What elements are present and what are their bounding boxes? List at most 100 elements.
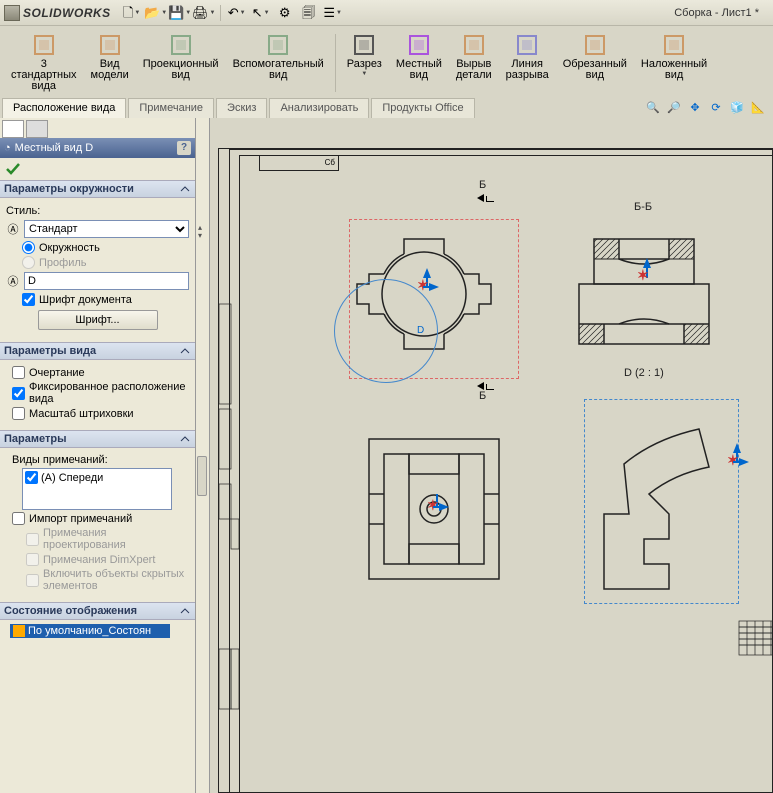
pan-icon[interactable]: ✥ xyxy=(686,98,704,116)
proj-notes-label: Примечания проектирования xyxy=(43,527,189,551)
fixed-pos-check[interactable] xyxy=(12,387,25,400)
import-notes-check[interactable] xyxy=(12,512,25,525)
tab-1[interactable]: Примечание xyxy=(128,98,214,118)
doc-font-check[interactable] xyxy=(22,293,35,306)
panel-splitter[interactable]: ▴▾ xyxy=(196,118,210,793)
ribbon-местный[interactable]: Местныйвид xyxy=(389,30,449,96)
dimxpert-check[interactable] xyxy=(26,553,39,566)
app-name: SOLIDWORKS xyxy=(23,6,111,20)
ribbon-наложенный[interactable]: Наложенныйвид xyxy=(634,30,714,96)
help-button[interactable]: ? xyxy=(177,141,191,155)
font-button[interactable]: Шрифт... xyxy=(38,310,158,330)
section-view-params[interactable]: Параметры вида xyxy=(0,342,195,360)
rebuild-icon: ⚙ xyxy=(279,6,291,19)
options-icon: 🗐 xyxy=(302,6,315,19)
tab-0[interactable]: Расположение вида xyxy=(2,98,126,118)
ribbon-разрез[interactable]: Разрез▼ xyxy=(340,30,389,96)
ribbon-вид[interactable]: Видмодели xyxy=(84,30,136,96)
zoom-fit-icon[interactable]: 🔍 xyxy=(644,98,662,116)
ribbon-icon xyxy=(352,33,376,57)
new-icon: 🗋 xyxy=(123,6,133,19)
style-label: Стиль: xyxy=(6,205,40,217)
list-item[interactable]: (А) Спереди xyxy=(25,471,169,484)
ribbon-icon xyxy=(32,33,56,57)
drawing-sheet: Сб xyxy=(218,148,773,793)
section-line-bottom: Б xyxy=(479,379,494,402)
ribbon-обрезанный[interactable]: Обрезанныйвид xyxy=(556,30,634,96)
ribbon-проекционный[interactable]: Проекционныйвид xyxy=(136,30,226,96)
section-params[interactable]: Параметры xyxy=(0,430,195,448)
ribbon-вспомогательный[interactable]: Вспомогательныйвид xyxy=(226,30,331,96)
outline-check[interactable] xyxy=(12,366,25,379)
list-icon: ☰ xyxy=(323,6,335,19)
rebuild-button[interactable]: ⚙ xyxy=(274,3,296,23)
open-button[interactable]: 📂▼ xyxy=(145,3,167,23)
splitter-handle[interactable] xyxy=(197,456,207,496)
ribbon: 3стандартныхвидаВидмоделиПроекционныйвид… xyxy=(0,26,773,96)
profile-radio[interactable] xyxy=(22,256,35,269)
undo-button[interactable]: ↶▼ xyxy=(226,3,248,23)
logo-cube-icon xyxy=(4,5,20,21)
style-icon: Ⓐ xyxy=(6,221,20,237)
ribbon-icon xyxy=(407,33,431,57)
title-bar: SOLIDWORKS 🗋▼ 📂▼ 💾▼ 🖨▼ ↶▼ ↖▼ ⚙ 🗐 ☰▼ Сбор… xyxy=(0,0,773,26)
list-button[interactable]: ☰▼ xyxy=(322,3,344,23)
hidden-obj-check[interactable] xyxy=(26,574,39,587)
tab-2[interactable]: Эскиз xyxy=(216,98,267,118)
detail-view-box[interactable] xyxy=(584,399,739,604)
display-style-icon[interactable]: 🧊 xyxy=(728,98,746,116)
chevron-up-icon[interactable] xyxy=(179,605,191,617)
note-types-label: Виды примечаний: xyxy=(12,454,189,466)
ribbon-icon xyxy=(266,33,290,57)
ok-button[interactable] xyxy=(4,160,22,178)
ribbon-icon xyxy=(583,33,607,57)
ribbon-вырыв[interactable]: Вырывдетали xyxy=(449,30,499,96)
panel-tab-config[interactable] xyxy=(26,120,48,138)
name-icon: Ⓐ xyxy=(6,273,20,289)
property-manager: ◔ Местный вид D ? Параметры окружности С… xyxy=(0,118,196,793)
quick-access-toolbar: 🗋▼ 📂▼ 💾▼ 🖨▼ ↶▼ ↖▼ ⚙ 🗐 ☰▼ xyxy=(121,3,344,23)
section-display-state[interactable]: Состояние отображения xyxy=(0,602,195,620)
ribbon-3[interactable]: 3стандартныхвида xyxy=(4,30,84,96)
tab-3[interactable]: Анализировать xyxy=(269,98,369,118)
tab-4[interactable]: Продукты Office xyxy=(371,98,474,118)
command-tabs: Расположение видаПримечаниеЭскизАнализир… xyxy=(0,96,773,118)
app-logo: SOLIDWORKS xyxy=(4,5,111,21)
section-circle-params[interactable]: Параметры окружности xyxy=(0,180,195,198)
pm-title: Местный вид D xyxy=(15,142,94,154)
ribbon-линия[interactable]: Линияразрыва xyxy=(499,30,556,96)
outline-label: Очертание xyxy=(29,367,85,379)
rotate-icon[interactable]: ⟳ xyxy=(707,98,725,116)
view-toolbar: 🔍 🔎 ✥ ⟳ 🧊 📐 xyxy=(638,96,773,118)
undo-icon: ↶ xyxy=(228,6,239,19)
note-types-list[interactable]: (А) Спереди xyxy=(22,468,172,510)
save-button[interactable]: 💾▼ xyxy=(169,3,191,23)
ribbon-icon xyxy=(462,33,486,57)
panel-tab-feature[interactable] xyxy=(2,120,24,138)
select-button[interactable]: ↖▼ xyxy=(250,3,272,23)
zoom-area-icon[interactable]: 🔎 xyxy=(665,98,683,116)
chevron-up-icon[interactable] xyxy=(179,183,191,195)
splitter-arrows-icon: ▴▾ xyxy=(198,224,202,240)
hatch-scale-check[interactable] xyxy=(12,407,25,420)
view-settings-icon[interactable]: 📐 xyxy=(749,98,767,116)
open-icon: 📂 xyxy=(144,6,160,19)
chevron-up-icon[interactable] xyxy=(179,433,191,445)
proj-notes-check[interactable] xyxy=(26,533,39,546)
display-state-item[interactable]: По умолчанию_Состоян xyxy=(10,624,170,638)
drawing-canvas[interactable]: Сб xyxy=(210,118,773,793)
style-combo[interactable]: Стандарт xyxy=(24,220,189,238)
pm-body[interactable]: Параметры окружности Стиль: Ⓐ Стандарт О… xyxy=(0,180,195,793)
options-button[interactable]: 🗐 xyxy=(298,3,320,23)
new-button[interactable]: 🗋▼ xyxy=(121,3,143,23)
detail-name-input[interactable] xyxy=(24,272,189,290)
import-notes-label: Импорт примечаний xyxy=(29,513,132,525)
section-line-top: Б xyxy=(479,179,494,202)
section-label: Б-Б xyxy=(634,201,652,213)
chevron-up-icon[interactable] xyxy=(179,345,191,357)
panel-tab-bar xyxy=(0,118,195,138)
print-button[interactable]: 🖨▼ xyxy=(193,3,215,23)
hidden-obj-label: Включить объекты скрытых элементов xyxy=(43,568,189,592)
circle-radio[interactable] xyxy=(22,241,35,254)
dimxpert-label: Примечания DimXpert xyxy=(43,554,155,566)
